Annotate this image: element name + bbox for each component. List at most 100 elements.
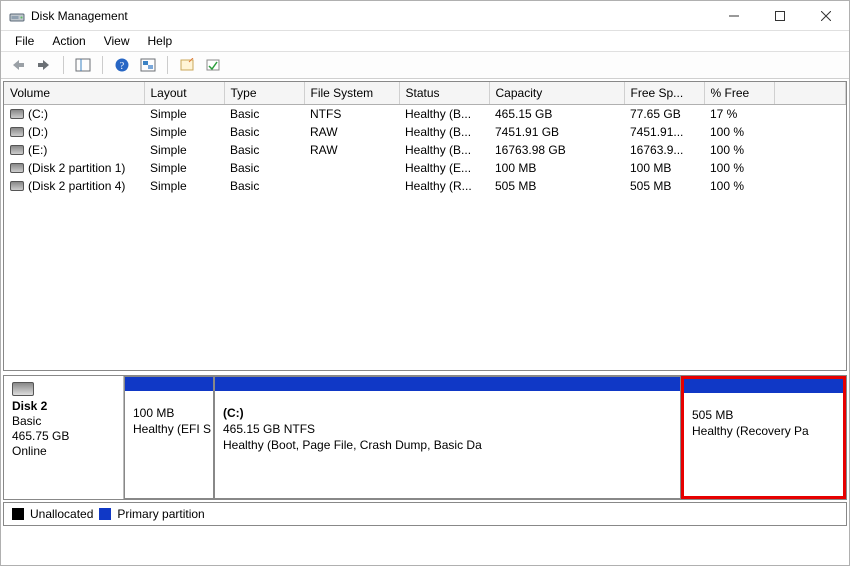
col-spacer (774, 82, 846, 105)
cell-type: Basic (224, 141, 304, 159)
toolbar-separator (102, 56, 103, 74)
partition-efi[interactable]: 100 MB Healthy (EFI S (124, 376, 214, 499)
volume-name: (C:) (28, 107, 48, 121)
disk-state: Online (12, 444, 115, 458)
disk-info-panel[interactable]: Disk 2 Basic 465.75 GB Online (4, 376, 124, 499)
cell-capacity: 7451.91 GB (489, 123, 624, 141)
volume-icon (10, 145, 24, 155)
cell-layout: Simple (144, 141, 224, 159)
window-title: Disk Management (31, 9, 128, 23)
table-row[interactable]: (D:) SimpleBasicRAWHealthy (B...7451.91 G… (4, 123, 846, 141)
volume-name: (Disk 2 partition 4) (28, 179, 125, 193)
cell-volume: (C:) (4, 105, 144, 124)
cell-volume: (Disk 2 partition 4) (4, 177, 144, 195)
disk-management-window: Disk Management File Action View Help (0, 0, 850, 566)
cell-capacity: 100 MB (489, 159, 624, 177)
maximize-button[interactable] (757, 1, 803, 30)
col-freespace[interactable]: Free Sp... (624, 82, 704, 105)
partition-size: 505 MB (692, 407, 835, 423)
close-button[interactable] (803, 1, 849, 30)
cell-pct: 100 % (704, 141, 774, 159)
cell-status: Healthy (E... (399, 159, 489, 177)
menu-view[interactable]: View (96, 32, 138, 50)
partition-header (215, 377, 680, 391)
refresh-button[interactable] (137, 54, 159, 76)
nav-forward-button[interactable] (33, 54, 55, 76)
titlebar: Disk Management (1, 1, 849, 31)
disk-icon (12, 382, 34, 396)
col-filesystem[interactable]: File System (304, 82, 399, 105)
cell-status: Healthy (B... (399, 105, 489, 124)
legend-swatch-primary (99, 508, 111, 520)
legend: Unallocated Primary partition (3, 502, 847, 526)
cell-capacity: 465.15 GB (489, 105, 624, 124)
menu-action[interactable]: Action (44, 32, 93, 50)
partition-status: Healthy (EFI S (133, 421, 205, 437)
table-row[interactable]: (Disk 2 partition 4) SimpleBasic Healthy (… (4, 177, 846, 195)
cell-type: Basic (224, 105, 304, 124)
cell-layout: Simple (144, 123, 224, 141)
volume-icon (10, 181, 24, 191)
table-row[interactable]: (C:)SimpleBasicNTFSHealthy (B...465.15 G… (4, 105, 846, 124)
cell-free: 16763.9... (624, 141, 704, 159)
legend-swatch-unallocated (12, 508, 24, 520)
cell-fs (304, 159, 399, 177)
col-type[interactable]: Type (224, 82, 304, 105)
col-status[interactable]: Status (399, 82, 489, 105)
col-capacity[interactable]: Capacity (489, 82, 624, 105)
disk-partitions: 100 MB Healthy (EFI S (C:) 465.15 GB NTF… (124, 376, 846, 499)
cell-capacity: 505 MB (489, 177, 624, 195)
volume-icon (10, 127, 24, 137)
col-volume[interactable]: Volume (4, 82, 144, 105)
help-button[interactable]: ? (111, 54, 133, 76)
cell-free: 7451.91... (624, 123, 704, 141)
volume-list[interactable]: Volume Layout Type File System Status Ca… (3, 81, 847, 371)
cell-type: Basic (224, 177, 304, 195)
volume-icon (10, 163, 24, 173)
cell-layout: Simple (144, 105, 224, 124)
nav-back-button[interactable] (7, 54, 29, 76)
disk-graphical-view[interactable]: Disk 2 Basic 465.75 GB Online 100 MB Hea… (3, 375, 847, 500)
legend-label-unallocated: Unallocated (30, 507, 93, 521)
partition-c[interactable]: (C:) 465.15 GB NTFS Healthy (Boot, Page … (214, 376, 681, 499)
cell-type: Basic (224, 159, 304, 177)
cell-volume: (Disk 2 partition 1) (4, 159, 144, 177)
menu-file[interactable]: File (7, 32, 42, 50)
volume-name: (Disk 2 partition 1) (28, 161, 125, 175)
partition-label: (C:) (223, 405, 672, 421)
partition-recovery-highlighted[interactable]: 505 MB Healthy (Recovery Pa (681, 376, 846, 499)
table-row[interactable]: (E:)SimpleBasicRAWHealthy (B...16763.98 … (4, 141, 846, 159)
cell-type: Basic (224, 123, 304, 141)
toolbar-separator (167, 56, 168, 74)
volume-name: (E:) (28, 143, 47, 157)
partition-size: 465.15 GB NTFS (223, 421, 672, 437)
col-layout[interactable]: Layout (144, 82, 224, 105)
cell-status: Healthy (B... (399, 141, 489, 159)
cell-status: Healthy (R... (399, 177, 489, 195)
show-hide-console-tree-button[interactable] (72, 54, 94, 76)
disk-size: 465.75 GB (12, 429, 115, 443)
cell-capacity: 16763.98 GB (489, 141, 624, 159)
properties-button[interactable] (176, 54, 198, 76)
cell-pct: 100 % (704, 123, 774, 141)
column-header-row[interactable]: Volume Layout Type File System Status Ca… (4, 82, 846, 105)
app-icon (9, 8, 25, 24)
cell-pct: 100 % (704, 177, 774, 195)
partition-status: Healthy (Boot, Page File, Crash Dump, Ba… (223, 437, 672, 453)
cell-volume: (D:) (4, 123, 144, 141)
cell-fs (304, 177, 399, 195)
table-row[interactable]: (Disk 2 partition 1)SimpleBasicHealthy (… (4, 159, 846, 177)
disk-type: Basic (12, 414, 115, 428)
minimize-button[interactable] (711, 1, 757, 30)
settings-button[interactable] (202, 54, 224, 76)
cell-status: Healthy (B... (399, 123, 489, 141)
cell-fs: RAW (304, 123, 399, 141)
menu-help[interactable]: Help (140, 32, 181, 50)
partition-status: Healthy (Recovery Pa (692, 423, 835, 439)
partition-size: 100 MB (133, 405, 205, 421)
col-pctfree[interactable]: % Free (704, 82, 774, 105)
volume-name: (D:) (28, 125, 48, 139)
legend-label-primary: Primary partition (117, 507, 204, 521)
menubar: File Action View Help (1, 31, 849, 51)
cell-layout: Simple (144, 177, 224, 195)
